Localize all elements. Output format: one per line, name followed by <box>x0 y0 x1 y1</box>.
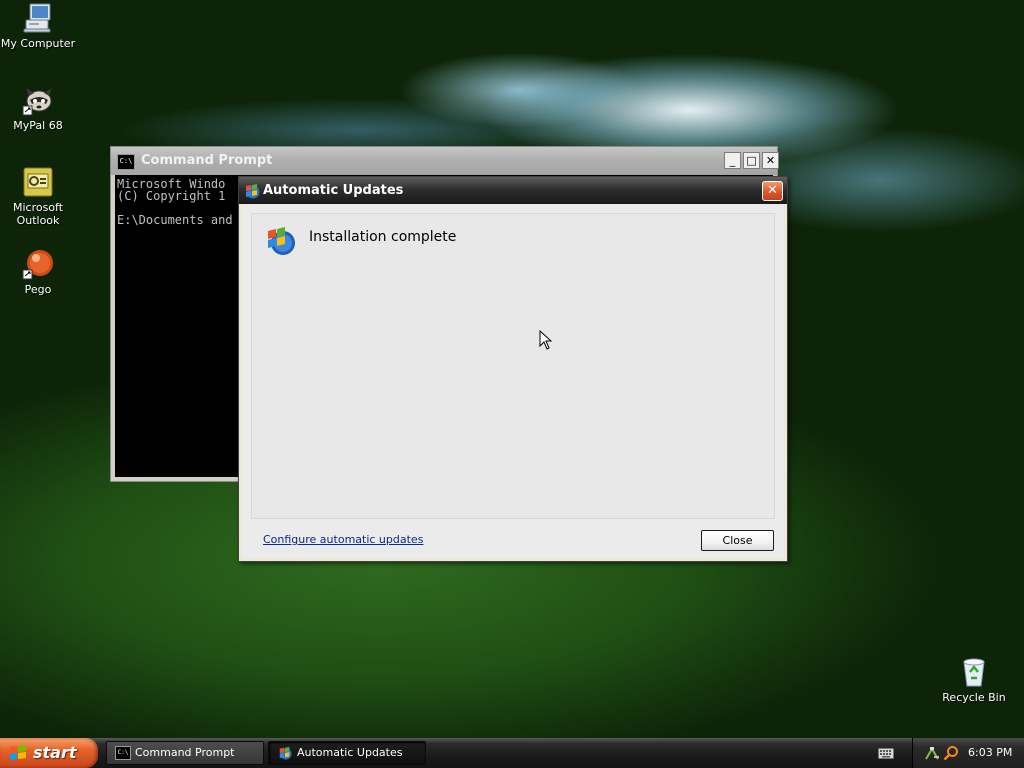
dialog-body: Installation complete Configure automati… <box>242 204 784 558</box>
taskbar-button-label: Automatic Updates <box>297 746 403 759</box>
windows-update-icon <box>279 746 292 760</box>
close-window-button[interactable]: ✕ <box>762 152 779 169</box>
maximize-button[interactable]: □ <box>743 152 760 169</box>
status-panel: Installation complete <box>251 213 775 519</box>
automatic-updates-titlebar[interactable]: Automatic Updates ✕ <box>239 177 787 204</box>
desktop-icon-pego[interactable]: Pego <box>0 248 76 296</box>
mouse-pointer-icon <box>539 330 553 350</box>
recycle-bin-icon <box>963 658 985 687</box>
close-button[interactable]: Close <box>701 530 774 551</box>
network-tray-icon[interactable] <box>924 745 940 761</box>
clock[interactable]: 6:03 PM <box>968 746 1012 759</box>
close-dialog-button[interactable]: ✕ <box>762 181 783 201</box>
desktop-icon-mypal[interactable]: MyPal 68 <box>0 84 76 132</box>
minimize-button[interactable]: _ <box>724 152 741 169</box>
keyboard-icon[interactable] <box>878 748 894 759</box>
desktop-icon-label: My Computer <box>0 37 76 50</box>
outlook-icon <box>23 167 53 197</box>
taskbar: start C:\ Command Prompt Automatic Updat… <box>0 738 1024 768</box>
desktop-icon-label: Microsoft Outlook <box>12 201 64 227</box>
desktop-icon-recycle-bin[interactable]: Recycle Bin <box>936 656 1012 704</box>
search-tray-icon[interactable] <box>943 745 959 761</box>
start-button[interactable]: start <box>0 738 98 768</box>
automatic-updates-dialog[interactable]: Automatic Updates ✕ Installation complet… <box>238 176 788 562</box>
taskbar-button-label: Command Prompt <box>135 746 235 759</box>
windows-update-icon <box>268 227 295 255</box>
windows-update-icon <box>246 184 260 199</box>
my-computer-icon <box>23 3 51 33</box>
command-prompt-titlebar[interactable]: C:\ Command Prompt _ □ ✕ <box>111 147 779 175</box>
mypal-browser-icon <box>22 88 52 116</box>
cmd-icon: C:\ <box>117 154 135 170</box>
dialog-title: Automatic Updates <box>263 183 404 198</box>
taskbar-button-command-prompt[interactable]: C:\ Command Prompt <box>106 741 264 765</box>
configure-updates-link[interactable]: Configure automatic updates <box>263 533 423 546</box>
pego-icon <box>22 250 53 280</box>
taskbar-button-automatic-updates[interactable]: Automatic Updates <box>268 741 426 765</box>
desktop-icon-my-computer[interactable]: My Computer <box>0 2 76 50</box>
cmd-icon: C:\ <box>115 746 131 760</box>
start-label: start <box>33 743 77 762</box>
desktop-icon-label: Pego <box>24 283 52 296</box>
desktop-icon-outlook[interactable]: Microsoft Outlook <box>0 166 76 227</box>
windows-logo-icon <box>10 745 26 760</box>
desktop-icon-label: Recycle Bin <box>942 691 1006 704</box>
status-message: Installation complete <box>309 229 457 245</box>
window-title: Command Prompt <box>141 153 273 168</box>
desktop-icon-label: MyPal 68 <box>13 119 63 132</box>
system-tray: 6:03 PM <box>912 738 1024 768</box>
